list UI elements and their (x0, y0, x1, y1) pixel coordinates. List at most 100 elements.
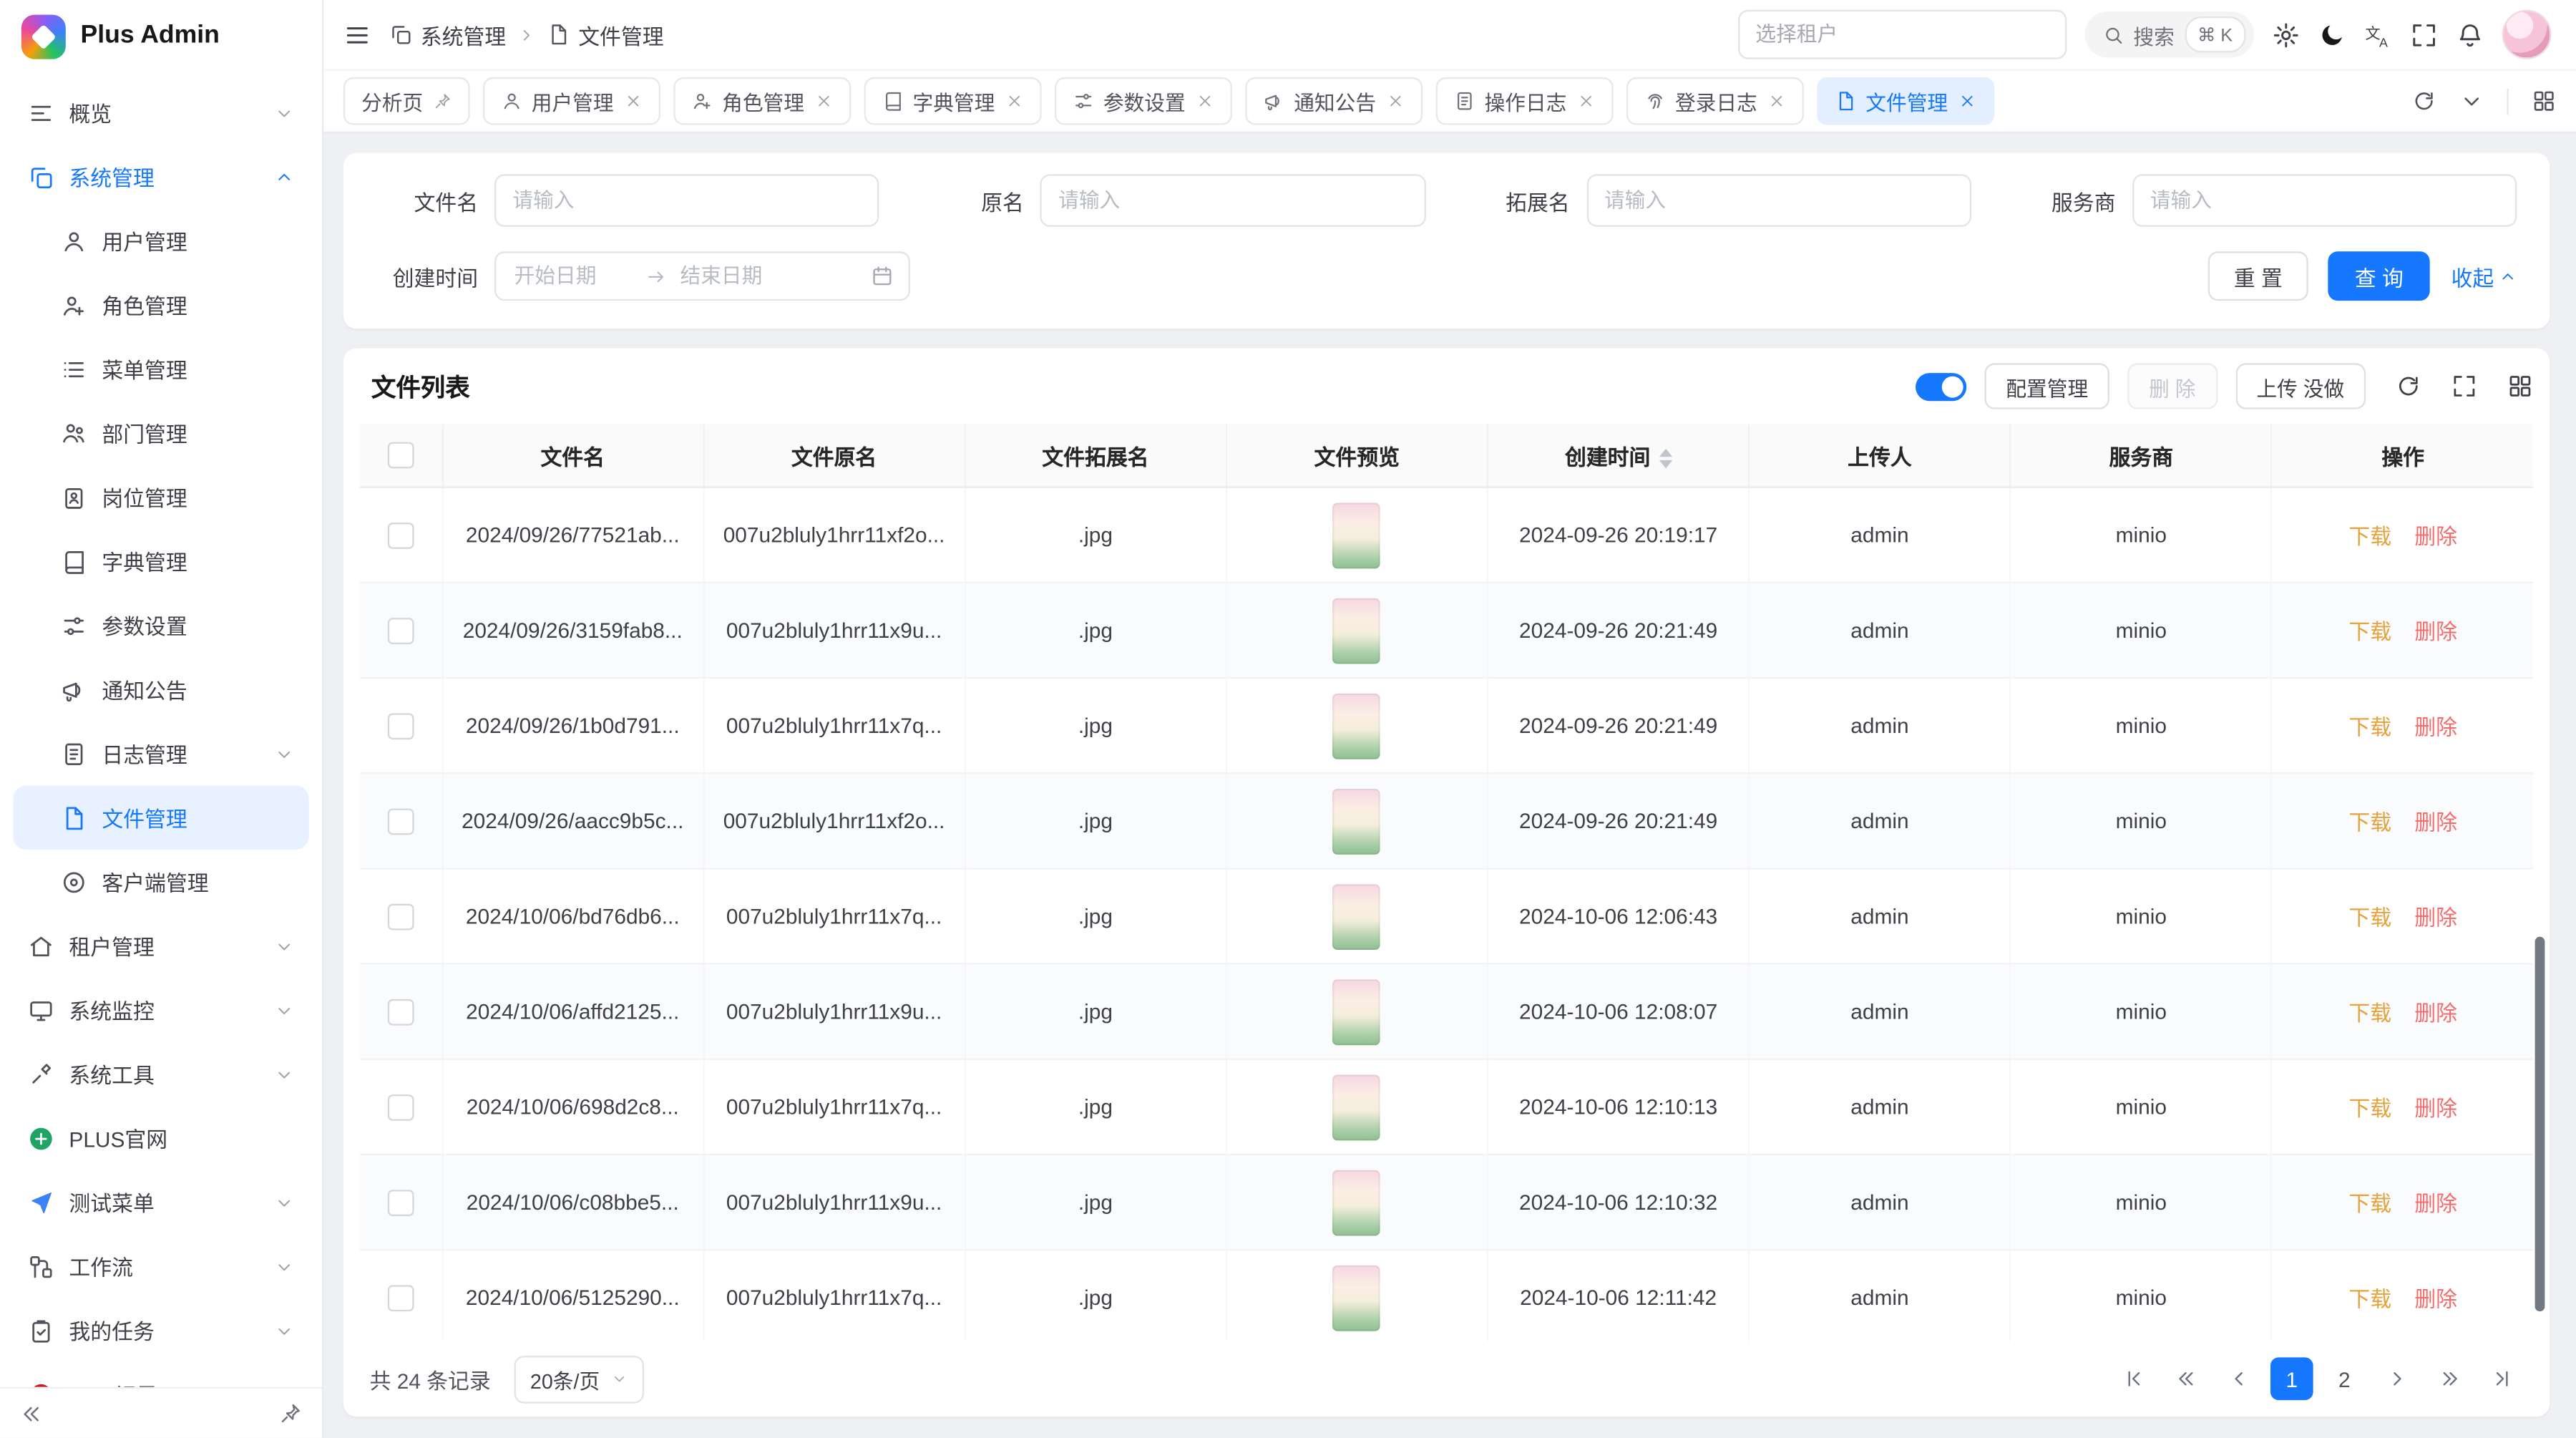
sidebar-item[interactable]: 概览 (13, 81, 308, 145)
start-date-input[interactable] (511, 263, 635, 289)
download-link[interactable]: 下载 (2348, 905, 2391, 930)
sidebar-item[interactable]: 字典管理 (13, 529, 308, 593)
filter-input[interactable] (2132, 174, 2517, 226)
breadcrumb-item-file[interactable]: 文件管理 (547, 19, 664, 50)
close-icon[interactable] (1195, 92, 1213, 110)
delete-link[interactable]: 删除 (2414, 1192, 2457, 1216)
filter-input[interactable] (1040, 174, 1425, 226)
tab-3[interactable]: 字典管理 (864, 77, 1041, 125)
prev-pages-button[interactable] (2165, 1357, 2208, 1400)
sidebar-item[interactable]: 租户管理 (13, 914, 308, 978)
stripe-toggle[interactable] (1916, 372, 1966, 400)
sidebar-item[interactable]: 参数设置 (13, 593, 308, 658)
download-link[interactable]: 下载 (2348, 524, 2391, 548)
dark-mode-icon[interactable] (2318, 21, 2346, 49)
sidebar-item[interactable]: PLUS官网 (13, 1106, 308, 1170)
date-range-picker[interactable] (494, 251, 910, 301)
file-preview-image[interactable] (1333, 502, 1381, 568)
delete-link[interactable]: 删除 (2414, 810, 2457, 835)
delete-link[interactable]: 删除 (2414, 1096, 2457, 1120)
sidebar-item[interactable]: 文件管理 (13, 785, 308, 850)
sidebar-item[interactable]: 我的任务 (13, 1298, 308, 1363)
upload-button[interactable]: 上传 没做 (2235, 363, 2366, 409)
next-pages-button[interactable] (2428, 1357, 2471, 1400)
file-preview-image[interactable] (1333, 788, 1381, 854)
file-preview-image[interactable] (1333, 883, 1381, 949)
tab-6[interactable]: 操作日志 (1435, 77, 1613, 125)
file-preview-image[interactable] (1333, 598, 1381, 664)
tenant-select-input[interactable] (1737, 10, 2066, 59)
download-link[interactable]: 下载 (2348, 810, 2391, 835)
download-link[interactable]: 下载 (2348, 1001, 2391, 1025)
row-checkbox[interactable] (387, 903, 414, 930)
select-all-checkbox[interactable] (387, 442, 414, 469)
collapse-filters-link[interactable]: 收起 (2451, 261, 2517, 292)
delete-button[interactable]: 删 除 (2127, 363, 2217, 409)
close-icon[interactable] (1958, 92, 1976, 110)
sort-icon[interactable] (1659, 449, 1672, 469)
sidebar-item[interactable]: 部门管理 (13, 401, 308, 465)
user-avatar[interactable] (2502, 10, 2552, 59)
download-link[interactable]: 下载 (2348, 1287, 2391, 1311)
first-page-button[interactable] (2113, 1357, 2156, 1400)
prev-page-button[interactable] (2218, 1357, 2260, 1400)
delete-link[interactable]: 删除 (2414, 715, 2457, 739)
delete-link[interactable]: 删除 (2414, 524, 2457, 548)
delete-link[interactable]: 删除 (2414, 1287, 2457, 1311)
hamburger-menu-icon[interactable] (343, 21, 371, 49)
tab-4[interactable]: 参数设置 (1054, 77, 1231, 125)
end-date-input[interactable] (677, 263, 801, 289)
fullscreen-table-icon[interactable] (2451, 373, 2478, 399)
file-preview-image[interactable] (1333, 1074, 1381, 1140)
pin-icon[interactable] (279, 1401, 302, 1424)
sidebar-item[interactable]: 角色管理 (13, 273, 308, 337)
sidebar-item[interactable]: 通知公告 (13, 657, 308, 722)
fullscreen-icon[interactable] (2410, 21, 2438, 49)
global-search-button[interactable]: 搜索 ⌘ K (2084, 11, 2254, 57)
delete-link[interactable]: 删除 (2414, 1001, 2457, 1025)
row-checkbox[interactable] (387, 1285, 414, 1311)
sidebar-item[interactable]: 系统管理 (13, 145, 308, 209)
config-manage-button[interactable]: 配置管理 (1985, 363, 2110, 409)
tab-2[interactable]: 角色管理 (673, 77, 850, 125)
app-logo[interactable]: Plus Admin (0, 0, 322, 72)
sidebar-item[interactable]: 日志管理 (13, 722, 308, 786)
next-page-button[interactable] (2376, 1357, 2419, 1400)
file-preview-image[interactable] (1333, 1265, 1381, 1331)
file-preview-image[interactable] (1333, 1170, 1381, 1235)
download-link[interactable]: 下载 (2348, 1096, 2391, 1120)
row-checkbox[interactable] (387, 1190, 414, 1216)
reset-button[interactable]: 重 置 (2207, 251, 2308, 301)
column-settings-icon[interactable] (2507, 373, 2534, 399)
sidebar-item[interactable]: gitee记录 (13, 1362, 308, 1386)
row-checkbox[interactable] (387, 1094, 414, 1121)
file-preview-image[interactable] (1333, 978, 1381, 1044)
pin-icon[interactable] (433, 92, 451, 110)
sidebar-item[interactable]: 菜单管理 (13, 337, 308, 402)
refresh-table-icon[interactable] (2395, 373, 2421, 399)
tab-7[interactable]: 登录日志 (1626, 77, 1803, 125)
close-icon[interactable] (1767, 92, 1785, 110)
notification-bell-icon[interactable] (2456, 21, 2484, 49)
sidebar-item[interactable]: 系统监控 (13, 978, 308, 1042)
file-preview-image[interactable] (1333, 693, 1381, 759)
table-scrollbar-thumb[interactable] (2535, 937, 2545, 1311)
tab-1[interactable]: 用户管理 (482, 77, 660, 125)
page-2-button[interactable]: 2 (2323, 1357, 2366, 1400)
tab-0[interactable]: 分析页 (343, 77, 469, 125)
download-link[interactable]: 下载 (2348, 1192, 2391, 1216)
filter-input[interactable] (494, 174, 879, 226)
tab-5[interactable]: 通知公告 (1244, 77, 1422, 125)
sidebar-item[interactable]: 测试菜单 (13, 1170, 308, 1235)
close-icon[interactable] (1386, 92, 1404, 110)
close-icon[interactable] (1005, 92, 1023, 110)
last-page-button[interactable] (2481, 1357, 2524, 1400)
sidebar-item[interactable]: 系统工具 (13, 1042, 308, 1107)
translate-icon[interactable]: 文A (2364, 21, 2392, 49)
sidebar-item[interactable]: 客户端管理 (13, 850, 308, 914)
row-checkbox[interactable] (387, 523, 414, 549)
close-icon[interactable] (814, 92, 832, 110)
breadcrumb-item-system[interactable]: 系统管理 (389, 19, 506, 50)
sidebar-item[interactable]: 用户管理 (13, 209, 308, 273)
layout-grid-icon[interactable] (2532, 89, 2556, 113)
